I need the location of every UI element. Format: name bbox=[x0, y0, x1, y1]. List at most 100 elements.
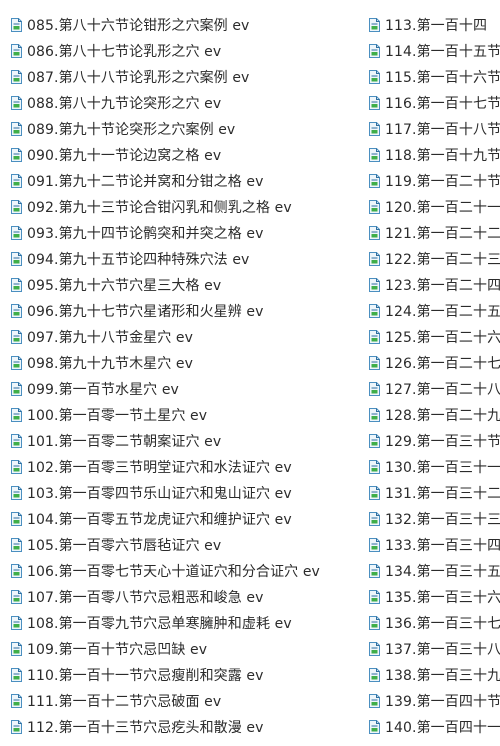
file-name: 102.第一百零三节明堂证穴和水法证穴 ev bbox=[27, 460, 292, 476]
file-list-item[interactable]: 122.第一百二十三 bbox=[369, 246, 500, 272]
file-name: 131.第一百三十二 bbox=[385, 486, 500, 502]
file-name: 133.第一百三十四 bbox=[385, 538, 500, 554]
file-list-item[interactable]: 092.第九十三节论合钳闪乳和侧乳之格 ev bbox=[11, 194, 361, 220]
file-name: 137.第一百三十八 bbox=[385, 642, 500, 658]
file-list-item[interactable]: 109.第一百十节穴忌凹缺 ev bbox=[11, 636, 361, 662]
file-list-item[interactable]: 130.第一百三十一 bbox=[369, 454, 500, 480]
file-list-item[interactable]: 108.第一百零九节穴忌单寒臃肿和虚耗 ev bbox=[11, 610, 361, 636]
file-list-item[interactable]: 133.第一百三十四 bbox=[369, 532, 500, 558]
file-list-item[interactable]: 112.第一百十三节穴忌疙头和散漫 ev bbox=[11, 714, 361, 740]
file-name: 119.第一百二十节 bbox=[385, 174, 500, 190]
document-file-icon bbox=[11, 512, 22, 526]
file-list-item[interactable]: 089.第九十节论突形之穴案例 ev bbox=[11, 116, 361, 142]
file-list-item[interactable]: 099.第一百节水星穴 ev bbox=[11, 376, 361, 402]
file-list-item[interactable]: 135.第一百三十六 bbox=[369, 584, 500, 610]
file-name: 089.第九十节论突形之穴案例 ev bbox=[27, 122, 236, 138]
document-file-icon bbox=[369, 460, 380, 474]
file-list-item[interactable]: 129.第一百三十节 bbox=[369, 428, 500, 454]
file-name: 095.第九十六节穴星三大格 ev bbox=[27, 278, 222, 294]
document-file-icon bbox=[369, 642, 380, 656]
file-list-item[interactable]: 125.第一百二十六 bbox=[369, 324, 500, 350]
file-list-item[interactable]: 097.第九十八节金星穴 ev bbox=[11, 324, 361, 350]
file-list-item[interactable]: 086.第八十七节论乳形之穴 ev bbox=[11, 38, 361, 64]
file-list-item[interactable]: 116.第一百十七节 bbox=[369, 90, 500, 116]
file-name: 127.第一百二十八 bbox=[385, 382, 500, 398]
file-list-item[interactable]: 120.第一百二十一 bbox=[369, 194, 500, 220]
file-name: 103.第一百零四节乐山证穴和鬼山证穴 ev bbox=[27, 486, 292, 502]
document-file-icon bbox=[369, 538, 380, 552]
file-list-item[interactable]: 095.第九十六节穴星三大格 ev bbox=[11, 272, 361, 298]
file-list-item[interactable]: 114.第一百十五节 bbox=[369, 38, 500, 64]
file-list-item[interactable]: 119.第一百二十节 bbox=[369, 168, 500, 194]
file-name: 128.第一百二十九 bbox=[385, 408, 500, 424]
document-file-icon bbox=[11, 44, 22, 58]
file-name: 130.第一百三十一 bbox=[385, 460, 500, 476]
file-list-item[interactable]: 127.第一百二十八 bbox=[369, 376, 500, 402]
file-list-item[interactable]: 124.第一百二十五 bbox=[369, 298, 500, 324]
file-list-item[interactable]: 101.第一百零二节朝案证穴 ev bbox=[11, 428, 361, 454]
file-list-item[interactable]: 111.第一百十二节穴忌破面 ev bbox=[11, 688, 361, 714]
document-file-icon bbox=[369, 564, 380, 578]
file-name: 120.第一百二十一 bbox=[385, 200, 500, 216]
file-list-item[interactable]: 106.第一百零七节天心十道证穴和分合证穴 ev bbox=[11, 558, 361, 584]
file-list-item[interactable]: 093.第九十四节论鹘突和并突之格 ev bbox=[11, 220, 361, 246]
file-name: 085.第八十六节论钳形之穴案例 ev bbox=[27, 18, 250, 34]
file-name: 114.第一百十五节 bbox=[385, 44, 500, 60]
document-file-icon bbox=[11, 330, 22, 344]
file-name: 115.第一百十六节 bbox=[385, 70, 500, 86]
file-list-item[interactable]: 139.第一百四十节 bbox=[369, 688, 500, 714]
document-file-icon bbox=[369, 18, 380, 32]
file-list-item[interactable]: 096.第九十七节穴星诸形和火星辨 ev bbox=[11, 298, 361, 324]
file-name: 097.第九十八节金星穴 ev bbox=[27, 330, 194, 346]
file-list-item[interactable]: 103.第一百零四节乐山证穴和鬼山证穴 ev bbox=[11, 480, 361, 506]
file-name: 123.第一百二十四 bbox=[385, 278, 500, 294]
file-list-item[interactable]: 137.第一百三十八 bbox=[369, 636, 500, 662]
file-list-item[interactable]: 091.第九十二节论并窝和分钳之格 ev bbox=[11, 168, 361, 194]
file-list-item[interactable]: 102.第一百零三节明堂证穴和水法证穴 ev bbox=[11, 454, 361, 480]
document-file-icon bbox=[369, 382, 380, 396]
file-name: 122.第一百二十三 bbox=[385, 252, 500, 268]
file-name: 093.第九十四节论鹘突和并突之格 ev bbox=[27, 226, 264, 242]
document-file-icon bbox=[369, 590, 380, 604]
file-name: 087.第八十八节论乳形之穴案例 ev bbox=[27, 70, 250, 86]
document-file-icon bbox=[11, 720, 22, 734]
file-list-item[interactable]: 087.第八十八节论乳形之穴案例 ev bbox=[11, 64, 361, 90]
document-file-icon bbox=[369, 252, 380, 266]
file-list-item[interactable]: 100.第一百零一节土星穴 ev bbox=[11, 402, 361, 428]
file-list-item[interactable]: 136.第一百三十七 bbox=[369, 610, 500, 636]
file-name: 126.第一百二十七 bbox=[385, 356, 500, 372]
document-file-icon bbox=[369, 720, 380, 734]
file-list-item[interactable]: 105.第一百零六节唇毡证穴 ev bbox=[11, 532, 361, 558]
document-file-icon bbox=[369, 694, 380, 708]
document-file-icon bbox=[369, 226, 380, 240]
file-list-item[interactable]: 088.第八十九节论突形之穴 ev bbox=[11, 90, 361, 116]
file-list-item[interactable]: 117.第一百十八节 bbox=[369, 116, 500, 142]
file-list-item[interactable]: 138.第一百三十九 bbox=[369, 662, 500, 688]
file-list: 085.第八十六节论钳形之穴案例 ev 086.第八十七节论乳形之穴 ev 087.… bbox=[0, 12, 500, 746]
file-list-item[interactable]: 131.第一百三十二 bbox=[369, 480, 500, 506]
file-list-item[interactable]: 128.第一百二十九 bbox=[369, 402, 500, 428]
file-list-item[interactable]: 110.第一百十一节穴忌瘦削和突露 ev bbox=[11, 662, 361, 688]
file-list-item[interactable]: 140.第一百四十一 bbox=[369, 714, 500, 740]
file-name: 113.第一百十四 bbox=[385, 18, 488, 34]
file-list-item[interactable]: 098.第九十九节木星穴 ev bbox=[11, 350, 361, 376]
document-file-icon bbox=[11, 434, 22, 448]
document-file-icon bbox=[11, 694, 22, 708]
document-file-icon bbox=[11, 122, 22, 136]
file-list-item[interactable]: 132.第一百三十三 bbox=[369, 506, 500, 532]
file-list-item[interactable]: 107.第一百零八节穴忌粗恶和峻急 ev bbox=[11, 584, 361, 610]
file-list-item[interactable]: 115.第一百十六节 bbox=[369, 64, 500, 90]
file-list-item[interactable]: 121.第一百二十二 bbox=[369, 220, 500, 246]
file-column-right: 113.第一百十四 114.第一百十五节 115.第一百十六节 116.第一百十七节 1… bbox=[369, 12, 500, 740]
file-list-item[interactable]: 126.第一百二十七 bbox=[369, 350, 500, 376]
document-file-icon bbox=[11, 18, 22, 32]
file-list-item[interactable]: 094.第九十五节论四种特殊穴法 ev bbox=[11, 246, 361, 272]
file-list-item[interactable]: 104.第一百零五节龙虎证穴和缠护证穴 ev bbox=[11, 506, 361, 532]
file-list-item[interactable]: 123.第一百二十四 bbox=[369, 272, 500, 298]
file-column-left: 085.第八十六节论钳形之穴案例 ev 086.第八十七节论乳形之穴 ev 087.… bbox=[11, 12, 361, 740]
file-list-item[interactable]: 134.第一百三十五 bbox=[369, 558, 500, 584]
file-list-item[interactable]: 113.第一百十四 bbox=[369, 12, 500, 38]
file-list-item[interactable]: 090.第九十一节论边窝之格 ev bbox=[11, 142, 361, 168]
file-list-item[interactable]: 085.第八十六节论钳形之穴案例 ev bbox=[11, 12, 361, 38]
file-list-item[interactable]: 118.第一百十九节 bbox=[369, 142, 500, 168]
